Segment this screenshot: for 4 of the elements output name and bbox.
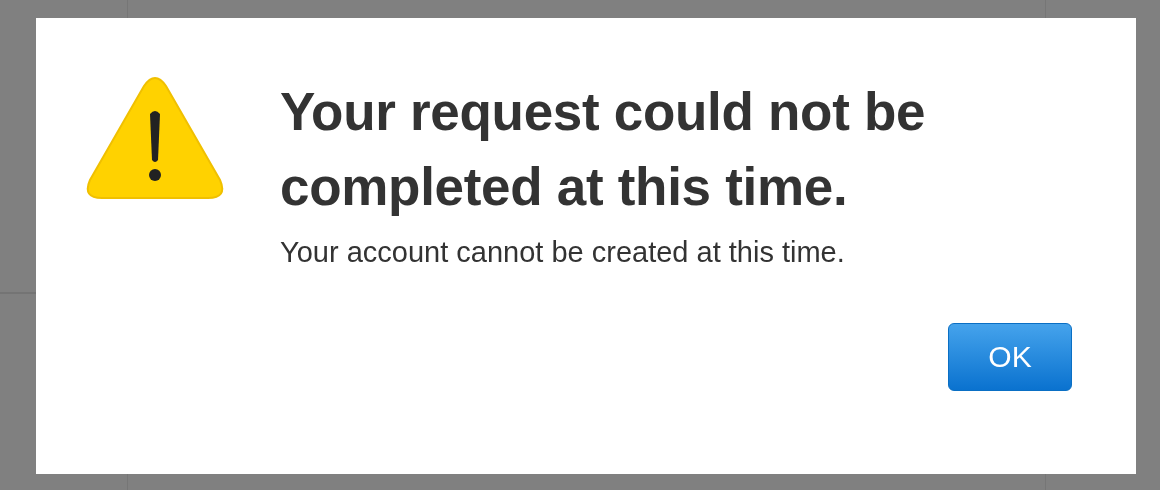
warning-icon [86,74,224,202]
alert-message: Your account cannot be created at this time. [280,236,846,269]
alert-title: Your request could not be completed at this time. [280,81,927,218]
ok-button[interactable]: OK [948,323,1072,391]
